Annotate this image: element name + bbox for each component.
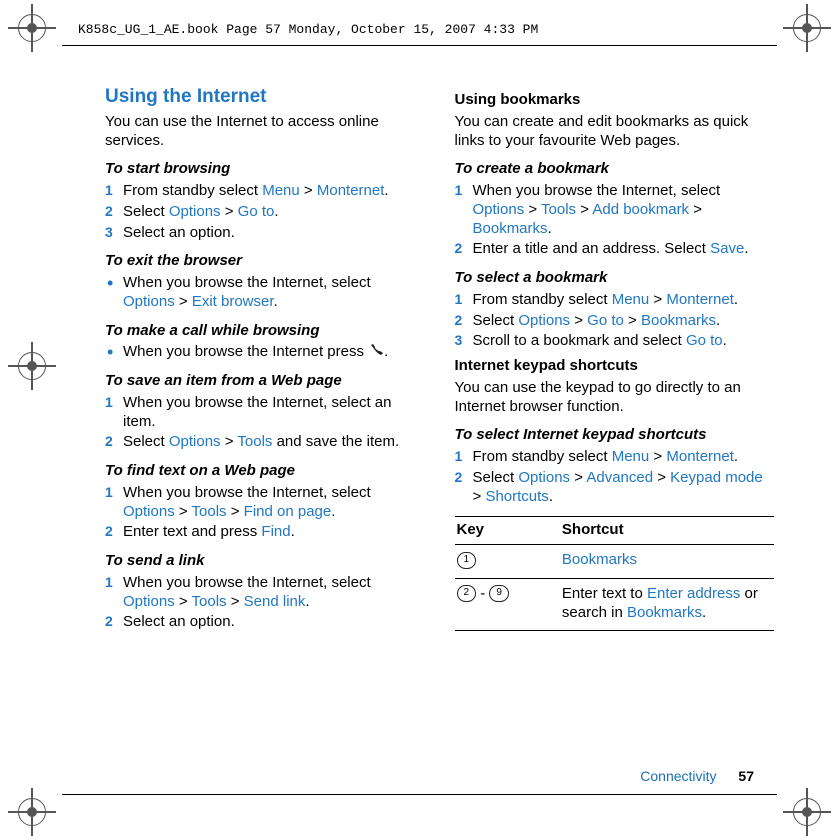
list-item: 1When you browse the Internet, select Op…: [105, 484, 425, 522]
list-item: 2Enter a title and an address. Select Sa…: [455, 240, 775, 259]
table-row: 2 - 9 Enter text to Enter address or sea…: [455, 578, 775, 631]
header-divider: [62, 45, 777, 46]
section-title: Using the Internet: [105, 85, 425, 109]
footer-section-name: Connectivity: [640, 768, 716, 784]
list-item: 2Select Options > Tools and save the ite…: [105, 433, 425, 452]
subheading-select-shortcuts: To select Internet keypad shortcuts: [455, 426, 775, 445]
shortcut-table: Key Shortcut 1 Bookmarks 2 - 9 Enter tex…: [455, 516, 775, 631]
list-item: 1From standby select Menu > Monternet.: [105, 182, 425, 201]
table-header-shortcut: Shortcut: [560, 517, 774, 545]
crop-mark-bot-right: [793, 798, 821, 826]
subheading-create-bookmark: To create a bookmark: [455, 160, 775, 179]
list-item: When you browse the Internet, select Opt…: [105, 274, 425, 312]
list-item: 1When you browse the Internet, select Op…: [105, 574, 425, 612]
key-icon: 1: [457, 552, 477, 569]
list-item: When you browse the Internet press .: [105, 343, 425, 362]
bookmarks-intro: You can create and edit bookmarks as qui…: [455, 113, 775, 151]
subheading-start-browsing: To start browsing: [105, 160, 425, 179]
crop-mark-mid-left: [18, 352, 46, 380]
key-icon: 2: [457, 585, 477, 602]
subheading-keypad-shortcuts: Internet keypad shortcuts: [455, 357, 775, 376]
list-item: 2Select an option.: [105, 613, 425, 632]
crop-mark-bot-left: [18, 798, 46, 826]
list-item: 3Scroll to a bookmark and select Go to.: [455, 332, 775, 351]
subheading-call-while-browsing: To make a call while browsing: [105, 322, 425, 341]
intro-text: You can use the Internet to access onlin…: [105, 113, 425, 151]
crop-mark-top-right: [793, 14, 821, 42]
list-item: 2Select Options > Go to > Bookmarks.: [455, 312, 775, 331]
footer-divider: [62, 794, 777, 795]
subheading-exit-browser: To exit the browser: [105, 252, 425, 271]
list-item: 1From standby select Menu > Monternet.: [455, 291, 775, 310]
key-icon: 9: [489, 585, 509, 602]
subheading-find-text: To find text on a Web page: [105, 462, 425, 481]
call-key-icon: [368, 344, 384, 361]
running-header: K858c_UG_1_AE.book Page 57 Monday, Octob…: [78, 22, 538, 37]
right-column: Using bookmarks You can create and edit …: [455, 85, 775, 740]
footer-page-number: 57: [738, 768, 754, 784]
shortcuts-intro: You can use the keypad to go directly to…: [455, 379, 775, 417]
list-item: 1When you browse the Internet, select an…: [105, 394, 425, 432]
subheading-using-bookmarks: Using bookmarks: [455, 91, 775, 110]
list-item: 1When you browse the Internet, select Op…: [455, 182, 775, 238]
list-item: 1From standby select Menu > Monternet.: [455, 448, 775, 467]
list-item: 2Select Options > Go to.: [105, 203, 425, 222]
table-header-key: Key: [455, 517, 560, 545]
list-item: 2Select Options > Advanced > Keypad mode…: [455, 469, 775, 507]
left-column: Using the Internet You can use the Inter…: [105, 85, 425, 740]
subheading-save-item: To save an item from a Web page: [105, 372, 425, 391]
subheading-select-bookmark: To select a bookmark: [455, 269, 775, 288]
list-item: 3Select an option.: [105, 224, 425, 243]
list-item: 2Enter text and press Find.: [105, 523, 425, 542]
page-footer: Connectivity 57: [640, 768, 754, 784]
table-row: 1 Bookmarks: [455, 545, 775, 579]
crop-mark-top-left: [18, 14, 46, 42]
subheading-send-link: To send a link: [105, 552, 425, 571]
